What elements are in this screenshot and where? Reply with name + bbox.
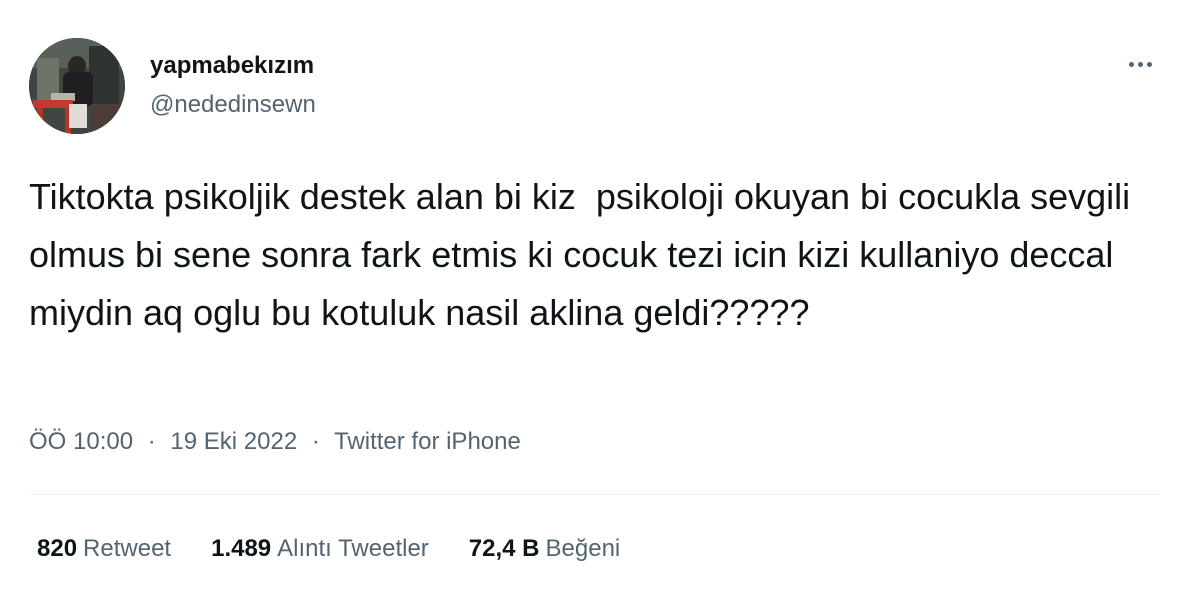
- quote-tweets-label: Alıntı Tweetler: [277, 535, 429, 562]
- more-dot: [1146, 61, 1152, 67]
- tweet-text: Tiktokta psikoljik destek alan bi kiz ps…: [29, 176, 1141, 333]
- likes-label: Beğeni: [545, 535, 621, 562]
- likes-stat[interactable]: 72,4 B Beğeni: [469, 531, 620, 567]
- retweets-stat[interactable]: 820 Retweet: [37, 531, 171, 567]
- divider: [29, 494, 1161, 495]
- user-handle[interactable]: @nededinsewn: [150, 90, 316, 120]
- display-name[interactable]: yapmabekızım: [150, 51, 314, 81]
- more-options-icon[interactable]: [1120, 50, 1160, 78]
- meta-separator: ·: [311, 428, 320, 455]
- likes-count: 72,4 B: [468, 535, 540, 562]
- avatar[interactable]: [29, 38, 125, 134]
- more-dot: [1137, 61, 1143, 67]
- quote-tweets-stat[interactable]: 1.489 Alıntı Tweetler: [211, 531, 429, 567]
- quote-tweets-count: 1.489: [211, 535, 272, 562]
- meta-separator: ·: [147, 428, 156, 455]
- profile-photo-image: [29, 38, 125, 134]
- tweet-date-link[interactable]: 19 Eki 2022: [170, 428, 297, 455]
- retweets-count: 820: [37, 535, 78, 562]
- engagement-stats: 820 Retweet 1.489 Alıntı Tweetler 72,4 B Be…: [37, 531, 660, 567]
- more-dot: [1128, 61, 1134, 67]
- tweet-time-link[interactable]: ÖÖ 10:00: [29, 428, 133, 455]
- tweet-metadata: ÖÖ 10:00 · 19 Eki 2022 · Twitter for iPh…: [29, 425, 521, 459]
- tweet-source-link[interactable]: Twitter for iPhone: [334, 428, 521, 455]
- retweets-label: Retweet: [83, 535, 172, 562]
